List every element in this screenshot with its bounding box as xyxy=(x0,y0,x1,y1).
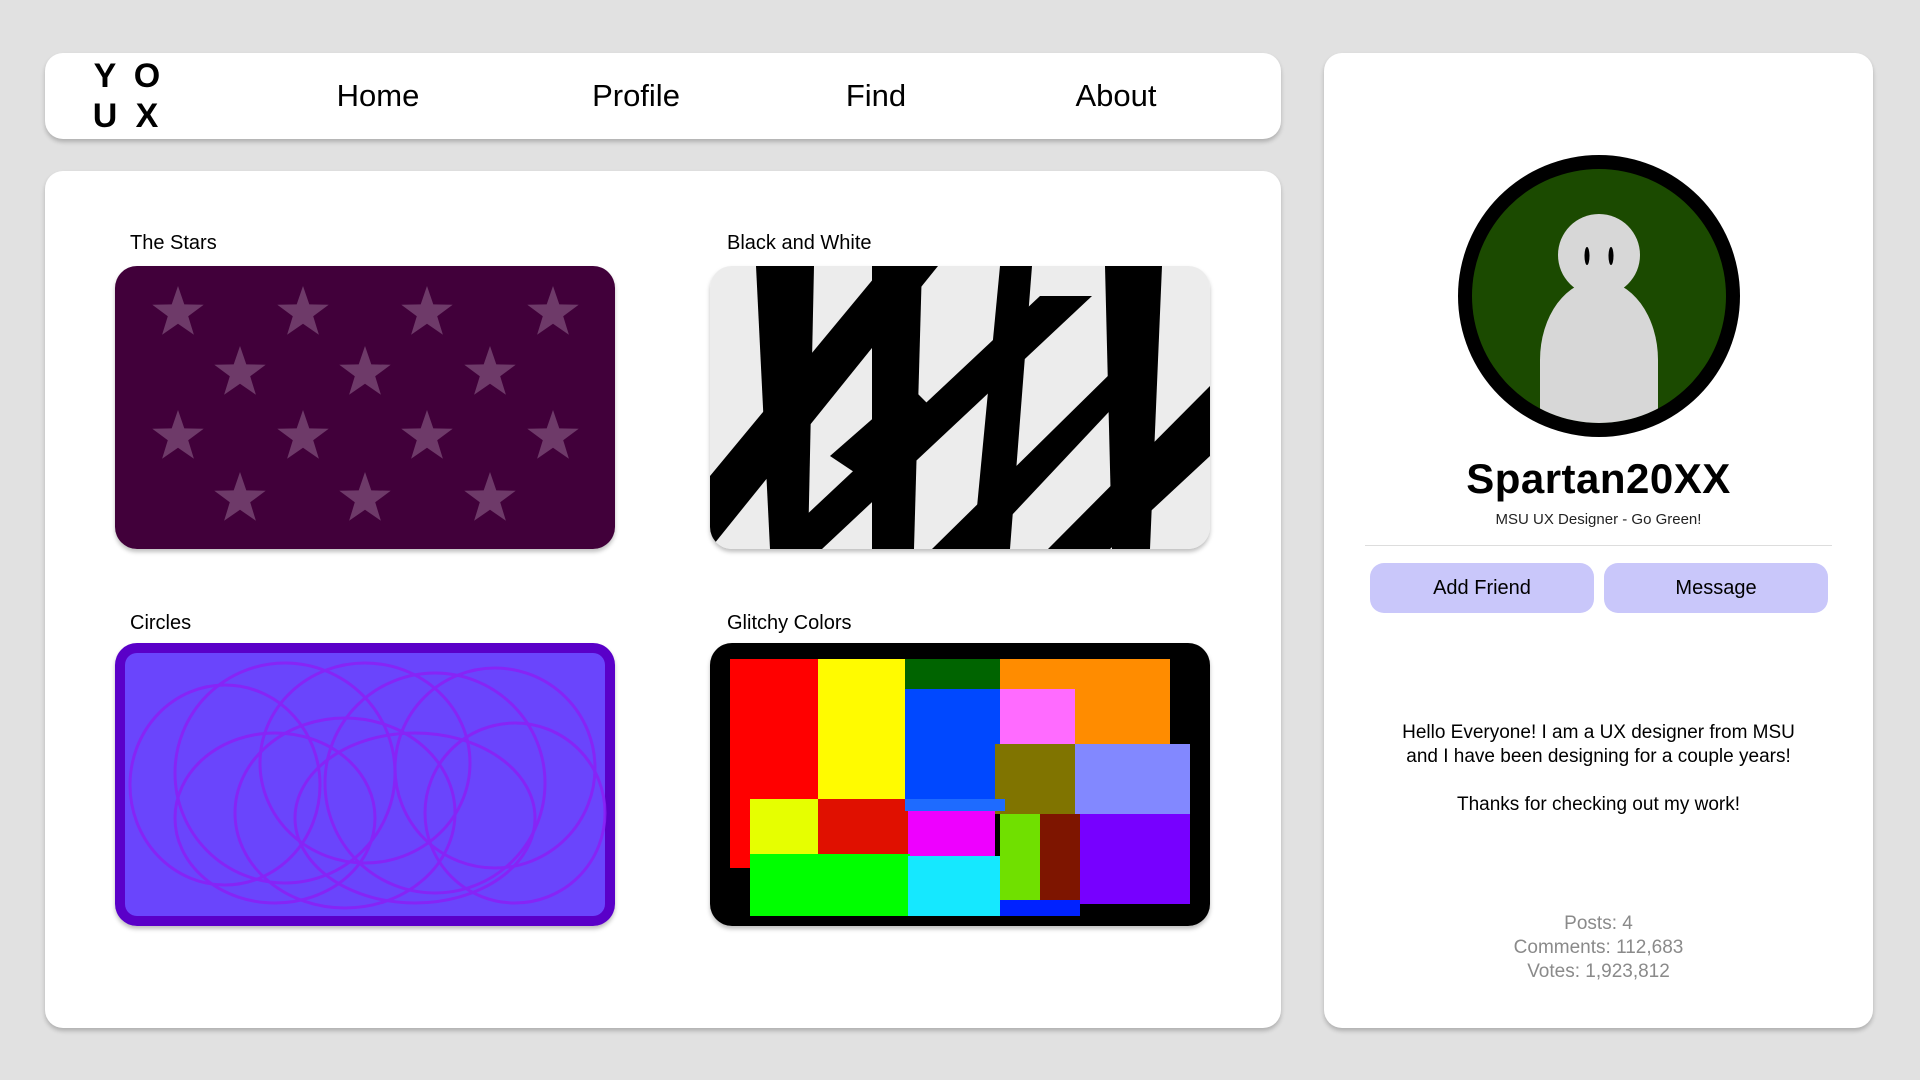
profile-stats: Posts: 4 Comments: 112,683 Votes: 1,923,… xyxy=(1324,912,1873,984)
logo-letter: O xyxy=(133,56,161,95)
nav-link-profile[interactable]: Profile xyxy=(592,53,680,139)
profile-panel: Spartan20XX MSU UX Designer - Go Green! … xyxy=(1324,53,1873,1028)
glitchy-colors-artwork xyxy=(710,643,1210,926)
stars-artwork xyxy=(115,266,615,549)
artwork-thumbnail-circles[interactable] xyxy=(115,643,615,926)
artwork-thumbnail-black-and-white[interactable] xyxy=(710,266,1210,549)
logo-letter: Y xyxy=(93,56,117,95)
profile-username: Spartan20XX xyxy=(1466,455,1731,502)
profile-bio: Hello Everyone! I am a UX designer from … xyxy=(1324,721,1873,817)
votes-count: Votes: 1,923,812 xyxy=(1527,961,1670,982)
nav-link-home[interactable]: Home xyxy=(337,53,420,139)
logo-letter: X xyxy=(135,96,159,135)
posts-count: Posts: 4 xyxy=(1564,913,1633,934)
artwork-thumbnail-glitchy-colors[interactable] xyxy=(710,643,1210,926)
black-and-white-artwork xyxy=(710,266,1210,549)
divider xyxy=(1365,545,1832,546)
add-friend-button[interactable]: Add Friend xyxy=(1370,563,1594,613)
artwork-title-circles: Circles xyxy=(130,612,192,634)
artwork-title-glitchy-colors: Glitchy Colors xyxy=(727,612,852,634)
nav-link-about[interactable]: About xyxy=(1075,53,1156,139)
bio-line: Hello Everyone! I am a UX designer from … xyxy=(1402,722,1795,743)
profile-tagline: MSU UX Designer - Go Green! xyxy=(1495,511,1702,528)
bio-line: Thanks for checking out my work! xyxy=(1457,794,1740,815)
top-navigation-bar: Y O U X Home Profile Find About xyxy=(45,53,1281,139)
circles-artwork xyxy=(115,643,615,926)
artwork-thumbnail-stars[interactable] xyxy=(115,266,615,549)
artwork-title-stars: The Stars xyxy=(130,232,217,254)
message-button[interactable]: Message xyxy=(1604,563,1828,613)
logo-letter: U xyxy=(92,96,118,135)
nav-link-find[interactable]: Find xyxy=(846,53,906,139)
youx-logo[interactable]: Y O U X xyxy=(90,53,174,139)
bio-line: and I have been designing for a couple y… xyxy=(1406,746,1791,767)
user-avatar[interactable] xyxy=(1458,155,1740,437)
artwork-title-black-and-white: Black and White xyxy=(727,232,872,254)
comments-count: Comments: 112,683 xyxy=(1513,937,1684,958)
gallery-panel: The Stars Black and White Circles Glitch… xyxy=(45,171,1281,1028)
